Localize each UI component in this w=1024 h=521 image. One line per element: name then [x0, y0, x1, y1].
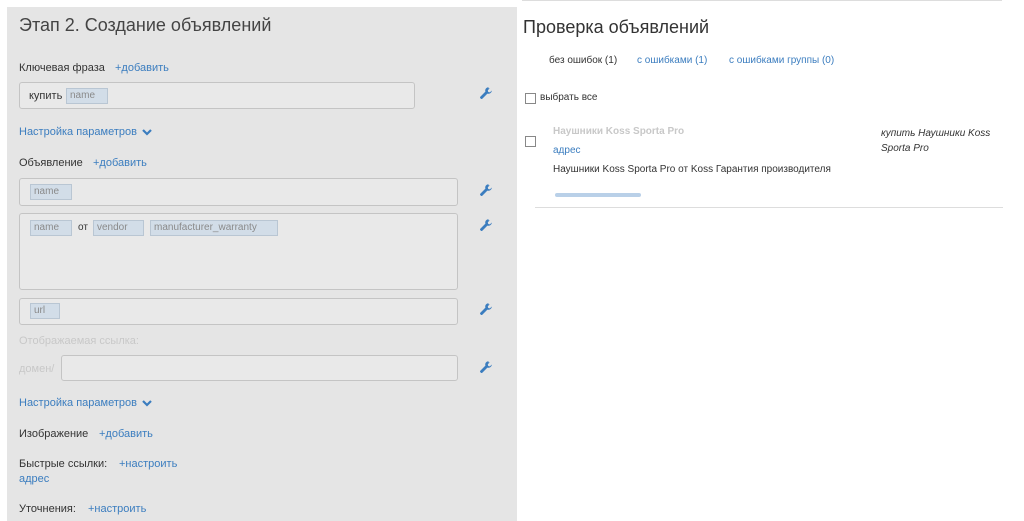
- ad-preview-url: [555, 193, 641, 197]
- wrench-icon[interactable]: [479, 86, 493, 100]
- quicklinks-label: Быстрые ссылки:: [19, 458, 108, 470]
- ad-preview-text: Наушники Koss Sporta Pro от Koss Гаранти…: [553, 164, 831, 175]
- select-all-checkbox[interactable]: [525, 93, 536, 104]
- wrench-icon[interactable]: [479, 302, 493, 316]
- wrench-icon[interactable]: [479, 360, 493, 374]
- params-toggle-label: Настройка параметров: [19, 397, 137, 409]
- select-all-label: выбрать все: [540, 92, 598, 103]
- tab-group-errors[interactable]: с ошибками группы (0): [729, 55, 834, 66]
- keyphrase-prefix: купить: [29, 90, 63, 102]
- configure-clarifications-link[interactable]: +настроить: [88, 503, 146, 515]
- ad-title-field[interactable]: [19, 178, 458, 206]
- ad-title-name-token[interactable]: name: [30, 184, 72, 200]
- chevron-down-icon: [142, 129, 152, 136]
- ad-url-token[interactable]: url: [30, 303, 60, 319]
- ad-text-warranty-token[interactable]: manufacturer_warranty: [150, 220, 278, 236]
- ad-preview-keyphrase: купить Наушники Koss Sporta Pro: [881, 128, 991, 154]
- clarifications-label: Уточнения:: [19, 503, 76, 515]
- ad-text-from: от: [78, 222, 88, 233]
- add-ad-link[interactable]: +добавить: [93, 157, 147, 169]
- ad-text-vendor-token[interactable]: vendor: [93, 220, 144, 236]
- ad-select-checkbox[interactable]: [525, 136, 536, 147]
- configure-quicklinks-link[interactable]: +настроить: [119, 458, 177, 470]
- tab-with-errors[interactable]: с ошибками (1): [637, 55, 707, 66]
- keyphrase-name-token[interactable]: name: [66, 88, 108, 104]
- params-toggle[interactable]: Настройка параметров: [19, 126, 152, 138]
- quicklink-address-link[interactable]: адрес: [19, 473, 49, 485]
- wrench-icon[interactable]: [479, 183, 493, 197]
- params-toggle[interactable]: Настройка параметров: [19, 397, 152, 409]
- keyphrase-label: Ключевая фраза: [19, 62, 105, 74]
- ad-preview-title[interactable]: Наушники Koss Sporta Pro: [553, 126, 684, 137]
- wrench-icon[interactable]: [479, 218, 493, 232]
- params-toggle-label: Настройка параметров: [19, 126, 137, 138]
- ad-preview-address[interactable]: адрес: [553, 145, 581, 156]
- check-title: Проверка объявлений: [523, 17, 710, 37]
- top-divider: [522, 0, 1002, 1]
- add-image-link[interactable]: +добавить: [99, 428, 153, 440]
- ad-text-name-token[interactable]: name: [30, 220, 72, 236]
- ad-url-field[interactable]: [19, 298, 458, 325]
- tab-no-errors[interactable]: без ошибок (1): [549, 55, 617, 66]
- add-keyphrase-link[interactable]: +добавить: [115, 62, 169, 74]
- image-label: Изображение: [19, 428, 89, 440]
- display-link-label: Отображаемая ссылка:: [19, 335, 139, 347]
- stage-title: Этап 2. Создание объявлений: [19, 15, 272, 35]
- ad-label: Объявление: [19, 157, 83, 169]
- display-link-field[interactable]: [61, 355, 458, 381]
- chevron-down-icon: [142, 400, 152, 407]
- domain-label: домен/: [19, 363, 55, 375]
